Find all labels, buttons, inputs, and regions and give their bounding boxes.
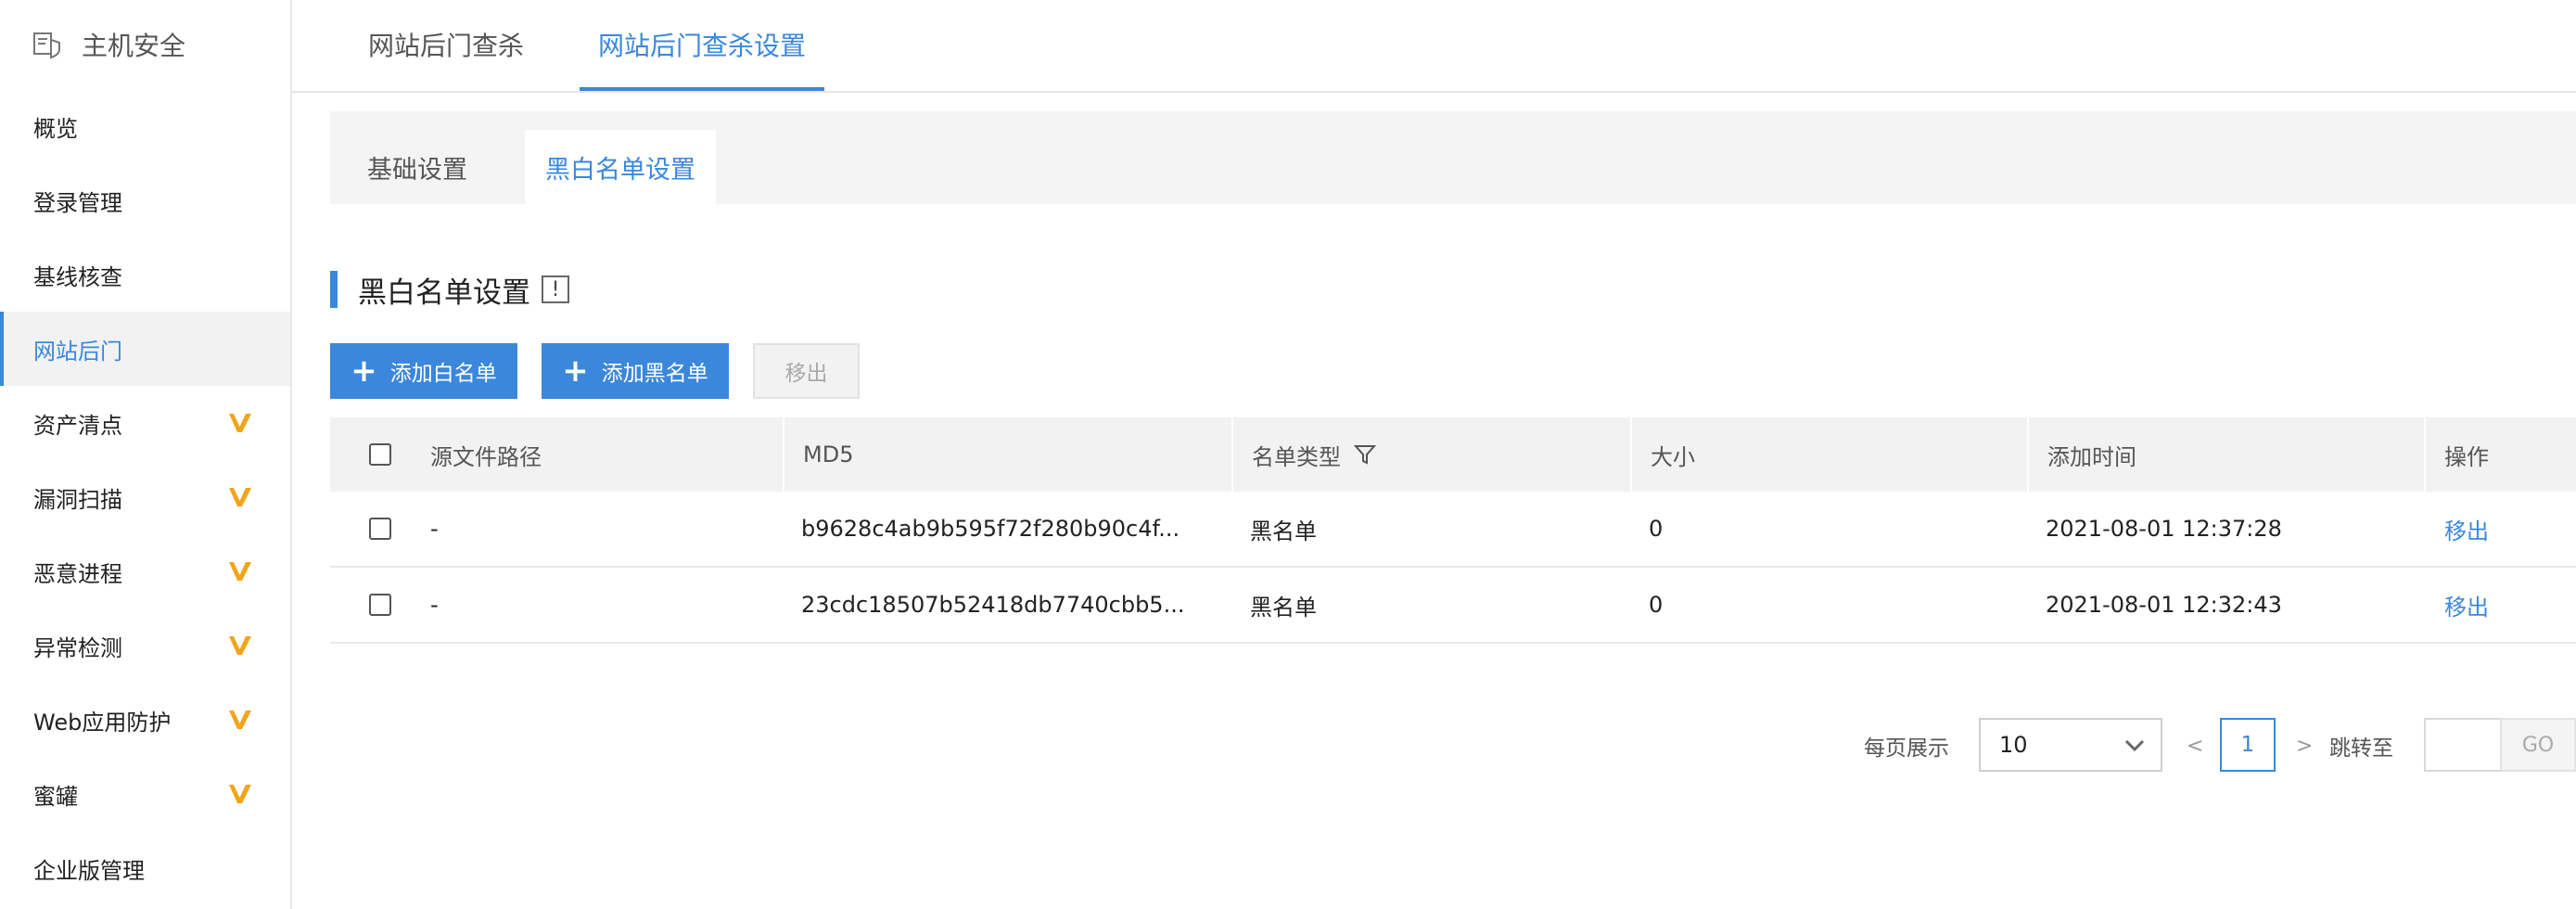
section-accent-bar: [330, 271, 338, 308]
premium-v-icon: [229, 785, 251, 803]
cell-md5: b9628c4ab9b595f72f280b90c4f...: [801, 516, 1180, 542]
host-security-icon: [33, 32, 60, 59]
col-separator: [1630, 417, 1632, 492]
table-row: - b9628c4ab9b595f72f280b90c4f... 黑名单 0 2…: [330, 492, 2576, 568]
premium-v-icon: [229, 711, 251, 729]
sidebar-item-honeypot[interactable]: 蜜罐: [0, 757, 290, 831]
sidebar-item-label: Web应用防护: [33, 709, 172, 736]
plus-icon: +: [562, 352, 589, 390]
plus-icon: +: [351, 352, 377, 390]
section-header: 黑白名单设置 !: [330, 271, 569, 310]
cell-md5: 23cdc18507b52418db7740cbb5...: [801, 592, 1185, 618]
info-icon[interactable]: !: [542, 275, 569, 303]
add-whitelist-label: 添加白名单: [389, 362, 497, 386]
sidebar-item-enterprise-management[interactable]: 企业版管理: [0, 831, 290, 905]
next-page-button[interactable]: >: [2296, 718, 2313, 774]
premium-v-icon: [229, 562, 251, 581]
sidebar-item-label: 漏洞扫描: [33, 486, 122, 513]
jump-to-label: 跳转至: [2329, 736, 2393, 761]
col-header-size: 大小: [1651, 443, 1695, 470]
cell-path: -: [430, 592, 439, 618]
chevron-down-icon: [2124, 739, 2145, 752]
sidebar-item-overview[interactable]: 概览: [0, 89, 290, 163]
filter-icon[interactable]: [1354, 443, 1376, 466]
cell-path: -: [430, 516, 439, 542]
sidebar-item-malicious-process[interactable]: 恶意进程: [0, 534, 290, 608]
cell-type: 黑名单: [1250, 518, 1317, 544]
sidebar-item-label: 概览: [33, 115, 78, 142]
sidebar-item-vuln-scan[interactable]: 漏洞扫描: [0, 460, 290, 534]
sub-tab-panel: 基础设置 黑白名单设置: [330, 111, 2576, 204]
col-header-time: 添加时间: [2047, 443, 2136, 470]
sidebar-item-baseline-check[interactable]: 基线核查: [0, 237, 290, 312]
prev-page-button[interactable]: <: [2187, 718, 2203, 774]
premium-v-icon: [229, 636, 251, 655]
table-header: 源文件路径 MD5 名单类型 大小 添加时间 操作: [330, 417, 2576, 492]
table-row: - 23cdc18507b52418db7740cbb5... 黑名单 0 20…: [330, 568, 2576, 644]
sidebar: 主机安全 概览 登录管理 基线核查 网站后门 资产清点 漏洞扫描 恶意进程 异常…: [0, 0, 292, 909]
row-checkbox[interactable]: [369, 518, 391, 540]
col-separator: [2027, 417, 2029, 492]
sidebar-item-label: 恶意进程: [33, 560, 122, 587]
add-whitelist-button[interactable]: + 添加白名单: [330, 343, 517, 399]
sidebar-item-label: 企业版管理: [33, 857, 145, 884]
col-header-type: 名单类型: [1252, 443, 1341, 470]
sidebar-item-label: 蜜罐: [33, 783, 78, 810]
page-number-button[interactable]: 1: [2220, 718, 2276, 772]
tab-backdoor-scan-settings[interactable]: 网站后门查杀设置: [580, 0, 825, 91]
col-header-md5: MD5: [803, 442, 854, 467]
sidebar-item-label: 登录管理: [33, 189, 122, 216]
select-all-checkbox[interactable]: [369, 443, 391, 466]
go-button[interactable]: GO: [2500, 718, 2576, 772]
cell-size: 0: [1649, 516, 1664, 542]
list-table: 源文件路径 MD5 名单类型 大小 添加时间 操作 - b9628c4ab9b5…: [330, 417, 2576, 644]
sidebar-item-label: 异常检测: [33, 634, 122, 661]
sidebar-item-website-backdoor[interactable]: 网站后门: [0, 312, 290, 386]
add-blacklist-label: 添加黑名单: [601, 362, 708, 386]
sidebar-header: 主机安全: [0, 0, 290, 89]
col-separator: [783, 417, 784, 492]
cell-size: 0: [1649, 592, 1664, 618]
add-blacklist-button[interactable]: + 添加黑名单: [542, 343, 729, 399]
tab-backdoor-scan[interactable]: 网站后门查杀: [368, 0, 524, 89]
sidebar-item-label: 资产清点: [33, 412, 122, 439]
row-remove-link[interactable]: 移出: [2444, 568, 2489, 642]
col-separator: [2424, 417, 2426, 492]
col-separator: [1231, 417, 1233, 492]
per-page-label: 每页展示: [1864, 736, 1949, 761]
remove-button[interactable]: 移出: [753, 343, 860, 399]
section-title: 黑白名单设置: [358, 275, 530, 310]
cell-type: 黑名单: [1250, 594, 1317, 621]
sidebar-item-waf[interactable]: Web应用防护: [0, 683, 290, 757]
cell-time: 2021-08-01 12:37:28: [2046, 516, 2282, 542]
premium-v-icon: [229, 414, 251, 432]
top-tab-bar: 网站后门查杀 网站后门查杀设置: [292, 0, 2576, 93]
sidebar-item-anomaly-detection[interactable]: 异常检测: [0, 608, 290, 683]
sidebar-title: 主机安全: [82, 31, 186, 61]
per-page-value: 10: [1999, 732, 2028, 758]
premium-v-icon: [229, 488, 251, 506]
jump-page-input[interactable]: [2424, 718, 2502, 772]
col-header-path: 源文件路径: [430, 443, 542, 470]
sidebar-item-label: 网站后门: [33, 338, 122, 365]
per-page-select[interactable]: 10: [1979, 718, 2162, 772]
cell-time: 2021-08-01 12:32:43: [2046, 592, 2282, 618]
row-checkbox[interactable]: [369, 594, 391, 616]
tab-basic-settings[interactable]: 基础设置: [347, 130, 488, 204]
tab-whitelist-blacklist-settings[interactable]: 黑白名单设置: [525, 130, 716, 204]
sidebar-item-login-management[interactable]: 登录管理: [0, 163, 290, 237]
col-header-action: 操作: [2444, 443, 2489, 470]
row-remove-link[interactable]: 移出: [2444, 492, 2489, 566]
sidebar-item-label: 基线核查: [33, 263, 122, 290]
sidebar-item-asset-inventory[interactable]: 资产清点: [0, 386, 290, 460]
